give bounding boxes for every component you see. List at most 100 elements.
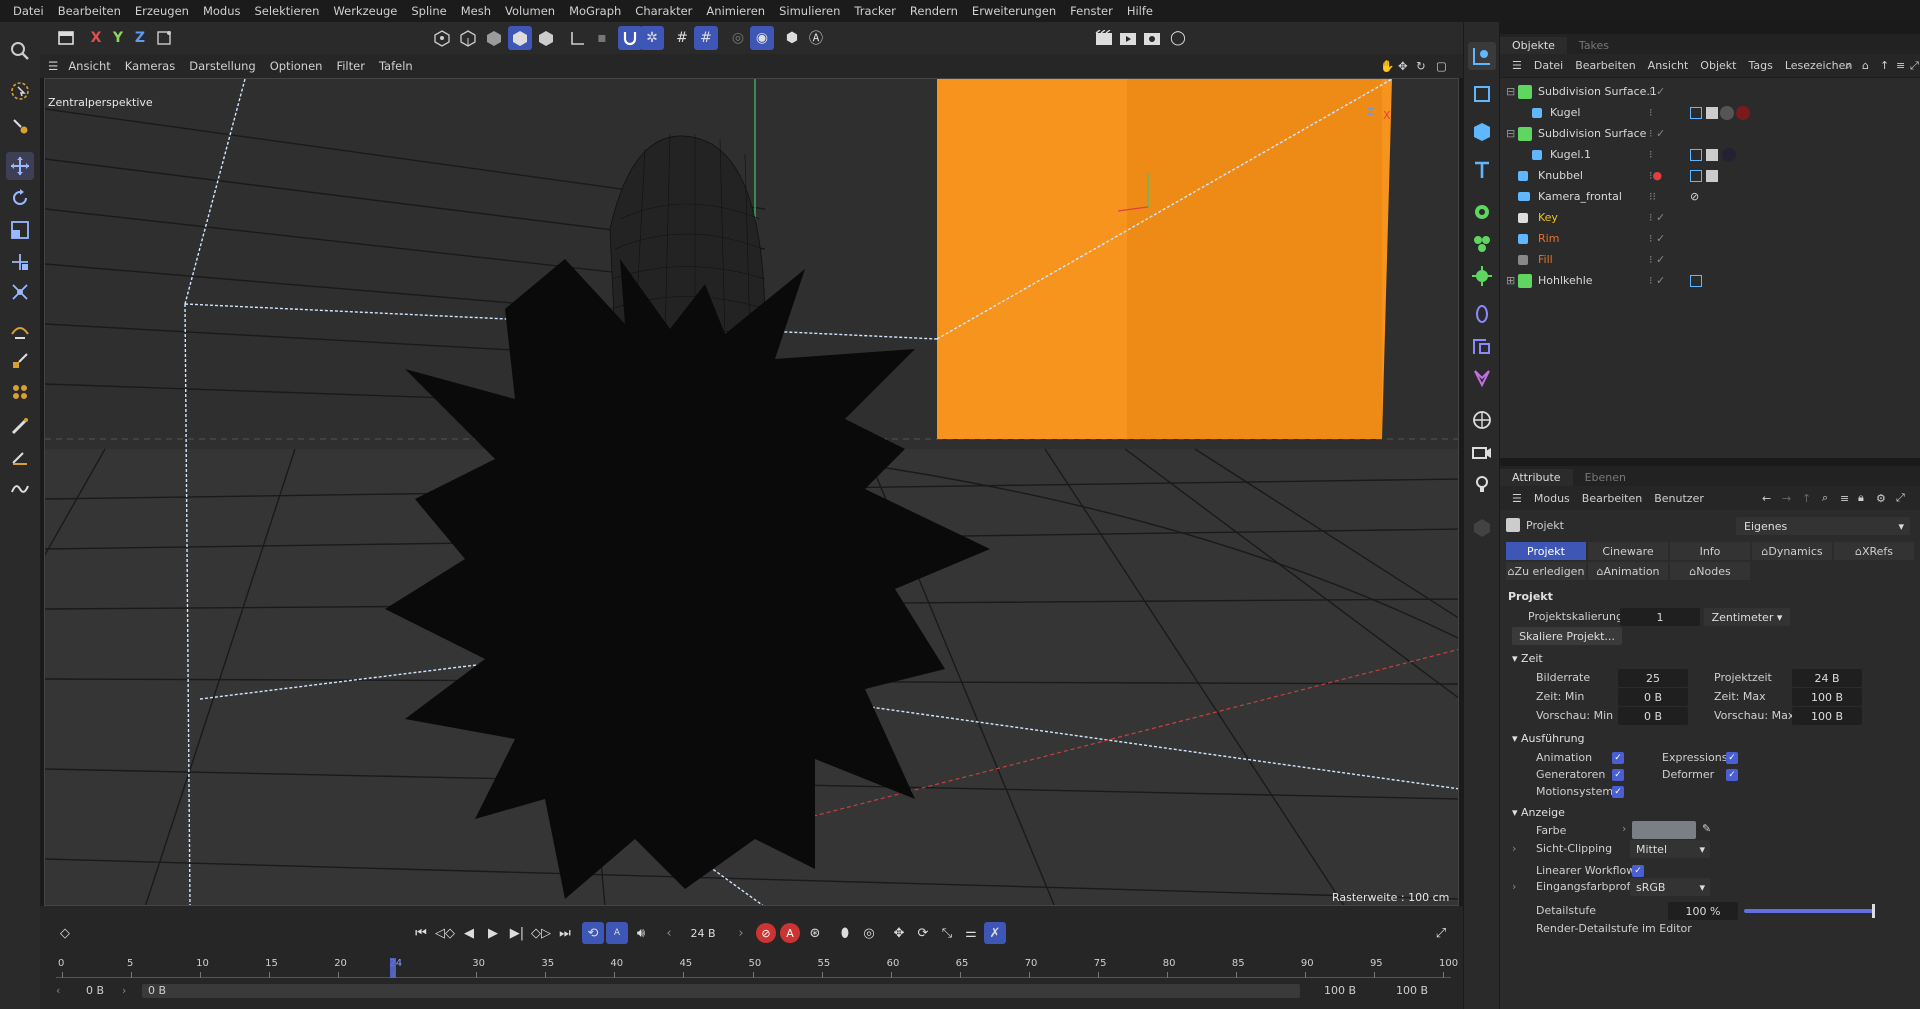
key-position-icon[interactable]: ✥ bbox=[888, 922, 910, 944]
protection-tag-icon[interactable]: ⊘ bbox=[1690, 190, 1699, 203]
render-settings-icon[interactable] bbox=[1140, 26, 1164, 50]
undo-icon[interactable] bbox=[54, 26, 78, 50]
frame-forward-arrow[interactable]: › bbox=[730, 922, 752, 944]
range-start-a[interactable]: 0 B bbox=[86, 984, 104, 997]
environment-icon[interactable] bbox=[1468, 406, 1496, 434]
texture-tag-icon[interactable] bbox=[1706, 169, 1718, 182]
paint-icon[interactable] bbox=[6, 442, 34, 470]
tweak-icon[interactable] bbox=[6, 112, 34, 140]
expressions-checkbox[interactable]: ✓ bbox=[1726, 752, 1738, 764]
filter-icon[interactable]: ≡ bbox=[1896, 59, 1905, 72]
section-ausfuehrung[interactable]: ▾ Ausführung bbox=[1512, 732, 1585, 745]
viewport-menu-filter[interactable]: Filter bbox=[336, 59, 364, 73]
hexagon-tool-icon[interactable]: ⬢ bbox=[780, 26, 804, 50]
menu-item-fenster[interactable]: Fenster bbox=[1063, 4, 1120, 18]
range-right-arrow[interactable]: › bbox=[122, 984, 126, 997]
polygons-mode-icon[interactable] bbox=[482, 26, 506, 50]
menu-item-erzeugen[interactable]: Erzeugen bbox=[128, 4, 196, 18]
deformer-icon[interactable] bbox=[1468, 300, 1496, 328]
objects-menu-tags[interactable]: Tags bbox=[1748, 59, 1772, 72]
current-frame-field[interactable]: 24 B bbox=[678, 922, 728, 944]
phong-tag-icon[interactable] bbox=[1690, 169, 1702, 182]
grid-icon[interactable]: # bbox=[670, 26, 694, 50]
tab-nodes[interactable]: ⌂ Nodes bbox=[1670, 562, 1750, 580]
motion-system-icon[interactable]: ◎ bbox=[858, 922, 880, 944]
tab-animation[interactable]: ⌂ Animation bbox=[1588, 562, 1668, 580]
snap-icon[interactable] bbox=[618, 26, 642, 50]
object-row-subdivision-surface[interactable]: ⊟ Subdivision Surface ⁝ ✓ bbox=[1500, 123, 1920, 144]
hamburger-icon[interactable]: ☰ bbox=[1512, 492, 1522, 505]
menu-item-simulieren[interactable]: Simulieren bbox=[772, 4, 847, 18]
tab-projekt[interactable]: Projekt bbox=[1506, 542, 1586, 560]
up-arrow-icon[interactable]: ↑ bbox=[1802, 492, 1811, 505]
previous-frame-icon[interactable]: ◀ bbox=[458, 922, 480, 944]
filter-icon[interactable]: ≡ bbox=[1840, 492, 1849, 505]
edges-mode-icon[interactable] bbox=[456, 26, 480, 50]
zeit-min-input[interactable]: 0 B bbox=[1618, 688, 1688, 706]
key-rotation-icon[interactable]: ⟳ bbox=[912, 922, 934, 944]
back-arrow-icon[interactable]: ← bbox=[1762, 492, 1771, 505]
collapse-icon[interactable]: ⊟ bbox=[1506, 127, 1515, 140]
tab-cineware[interactable]: Cineware bbox=[1588, 542, 1668, 560]
tab-ebenen[interactable]: Ebenen bbox=[1573, 469, 1638, 486]
tab-xrefs[interactable]: ⌂ XRefs bbox=[1834, 542, 1914, 560]
expand-icon[interactable]: ⤢ bbox=[1910, 59, 1919, 73]
generatoren-checkbox[interactable]: ✓ bbox=[1612, 769, 1624, 781]
visibility-icon[interactable]: ⁝ ✓ bbox=[1649, 127, 1665, 140]
collapse-icon[interactable]: ⊟ bbox=[1506, 85, 1515, 98]
preset-dropdown[interactable]: Eigenes ▾ bbox=[1736, 517, 1910, 535]
play-icon[interactable]: ▶ bbox=[482, 922, 504, 944]
object-row-kugel[interactable]: Kugel ⁝ bbox=[1500, 102, 1920, 123]
tab-objekte[interactable]: Objekte bbox=[1500, 37, 1567, 54]
live-selection-icon[interactable] bbox=[6, 77, 34, 105]
expand-icon[interactable]: ⤢ bbox=[1896, 491, 1905, 505]
visibility-icon[interactable]: ⁝ bbox=[1649, 106, 1653, 119]
vorschau-min-input[interactable]: 0 B bbox=[1618, 707, 1688, 725]
lens-icon[interactable]: ◯ bbox=[1166, 26, 1190, 50]
brush-icon[interactable] bbox=[6, 412, 34, 440]
timeline-ruler[interactable]: 0510152024303540455055606570758085909510… bbox=[56, 958, 1458, 978]
subdivision-icon[interactable] bbox=[1468, 198, 1496, 226]
render-view-icon[interactable] bbox=[1092, 26, 1116, 50]
sketch-icon[interactable] bbox=[6, 347, 34, 375]
motion-clip-icon[interactable]: ⬮ bbox=[834, 922, 856, 944]
next-frame-icon[interactable]: ▶| bbox=[506, 922, 528, 944]
text-icon[interactable] bbox=[1468, 156, 1496, 184]
tab-zu-erledigen[interactable]: ⌂ Zu erledigen bbox=[1506, 562, 1586, 580]
field-icon[interactable] bbox=[1468, 332, 1496, 360]
scale-icon[interactable] bbox=[6, 216, 34, 244]
up-arrow-icon[interactable]: ↑ bbox=[1880, 59, 1889, 72]
menu-item-datei[interactable]: Datei bbox=[6, 4, 51, 18]
rotate-icon[interactable] bbox=[6, 184, 34, 212]
menu-item-volumen[interactable]: Volumen bbox=[498, 4, 562, 18]
menu-item-mesh[interactable]: Mesh bbox=[454, 4, 498, 18]
tab-attribute[interactable]: Attribute bbox=[1500, 469, 1573, 486]
object-row-key[interactable]: Key ⁝ ✓ bbox=[1500, 207, 1920, 228]
texture-tag-icon[interactable] bbox=[1706, 106, 1718, 119]
chevron-right-icon[interactable]: › bbox=[1622, 822, 1626, 835]
forward-arrow-icon[interactable]: → bbox=[1782, 492, 1791, 505]
menu-item-mograph[interactable]: MoGraph bbox=[562, 4, 628, 18]
objects-menu-objekt[interactable]: Objekt bbox=[1700, 59, 1736, 72]
object-row-hohlkehle[interactable]: ⊞ Hohlkehle ⁝ ✓ bbox=[1500, 270, 1920, 291]
axis-x-lock[interactable]: X bbox=[84, 26, 108, 50]
hamburger-icon[interactable]: ☰ bbox=[1512, 59, 1522, 72]
key-param-icon[interactable]: ⚌ bbox=[960, 922, 982, 944]
go-to-end-icon[interactable]: ⏭ bbox=[554, 922, 576, 944]
viewport-menu-tafeln[interactable]: Tafeln bbox=[379, 59, 413, 73]
material-tag-red-icon[interactable] bbox=[1736, 105, 1750, 120]
zeit-max-input[interactable]: 100 B bbox=[1792, 688, 1862, 706]
frame-back-arrow[interactable]: ‹ bbox=[658, 922, 680, 944]
model-mode-icon[interactable] bbox=[508, 26, 532, 50]
points-mode-icon[interactable] bbox=[430, 26, 454, 50]
attribute-menu-benutzer[interactable]: Benutzer bbox=[1654, 492, 1704, 505]
object-row-rim[interactable]: Rim ⁝ ✓ bbox=[1500, 228, 1920, 249]
snap-workplane-icon[interactable] bbox=[566, 26, 590, 50]
animation-checkbox[interactable]: ✓ bbox=[1612, 752, 1624, 764]
visibility-icon[interactable]: ⁝● bbox=[1649, 169, 1662, 182]
range-left-arrow[interactable]: ‹ bbox=[56, 984, 60, 997]
object-row-subdivision-surface-1[interactable]: ⊟ Subdivision Surface.1 ⁝ ✓ bbox=[1500, 81, 1920, 102]
record-icon[interactable]: ⊘ bbox=[756, 923, 776, 943]
objects-menu-datei[interactable]: Datei bbox=[1534, 59, 1563, 72]
keyframe-selection-icon[interactable]: ⊛ bbox=[804, 922, 826, 944]
